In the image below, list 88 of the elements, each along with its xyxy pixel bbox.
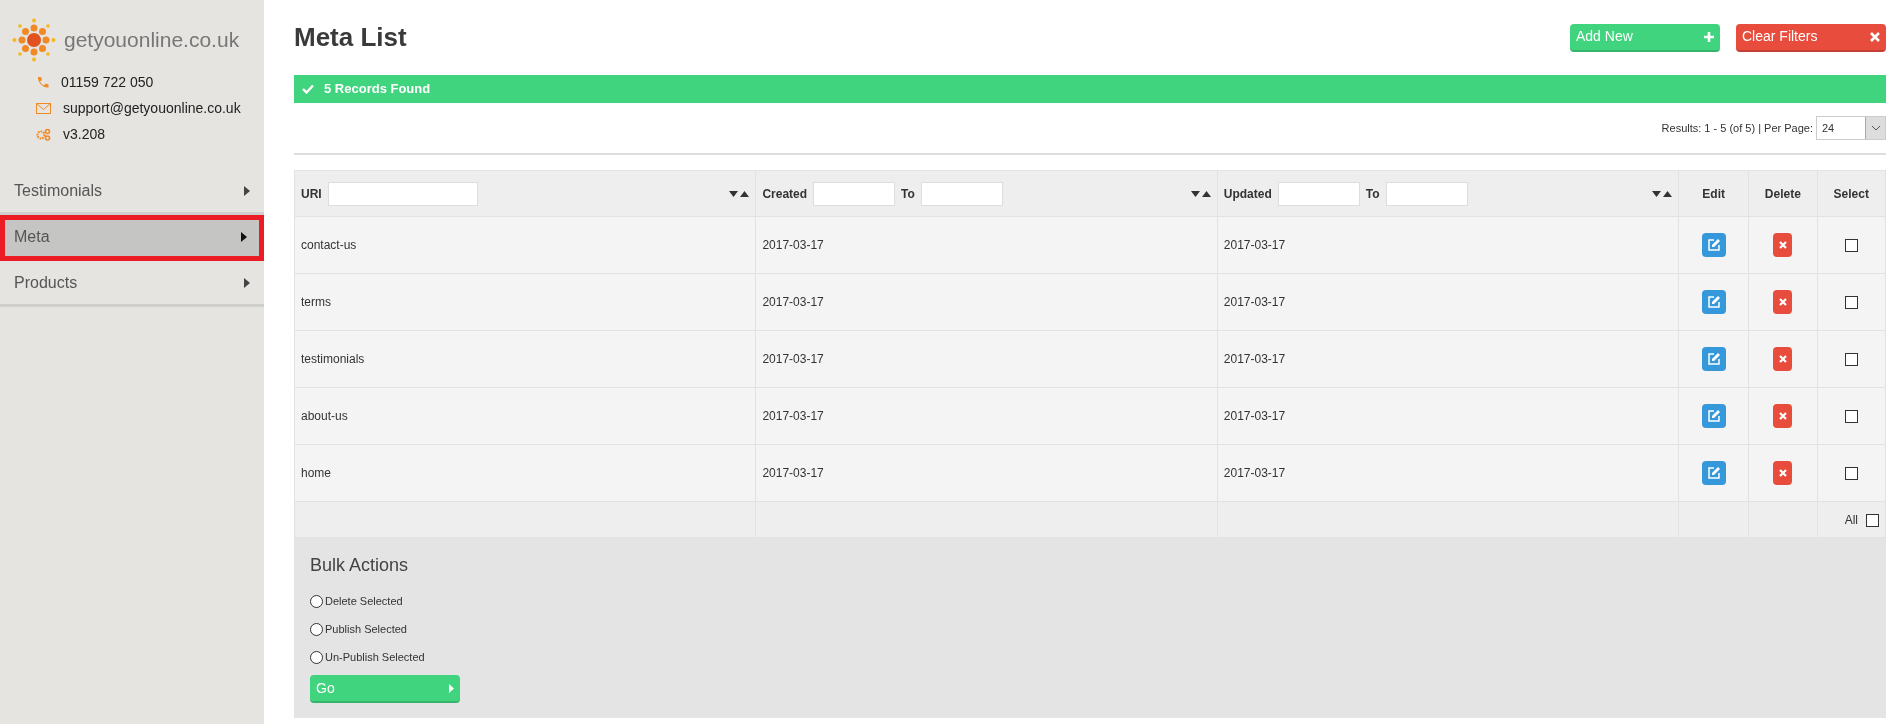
column-header: Edit <box>1702 186 1725 201</box>
table-cell: 2017-03-17 <box>1217 330 1679 388</box>
edit-button[interactable] <box>1701 404 1726 428</box>
close-icon <box>1778 469 1787 477</box>
column-header: Updated <box>1223 185 1272 203</box>
radio-label: Publish Selected <box>325 621 407 637</box>
filter-input[interactable] <box>920 181 1003 206</box>
close-icon <box>1778 241 1787 249</box>
column-header: Created <box>762 185 808 203</box>
radio-label: Un-Publish Selected <box>325 649 425 665</box>
caret-right-icon <box>244 277 250 288</box>
filter-input[interactable] <box>1385 181 1468 206</box>
sidebar-item[interactable]: Products <box>0 261 264 307</box>
table-cell: home <box>294 444 756 502</box>
close-icon <box>1778 412 1787 420</box>
caret-right-icon <box>449 683 454 693</box>
delete-button[interactable] <box>1773 290 1793 314</box>
sidebar-item[interactable]: Meta <box>0 215 264 261</box>
version-text: v3.208 <box>63 125 106 144</box>
row-checkbox[interactable] <box>1844 239 1858 253</box>
column-header: Delete <box>1764 186 1801 201</box>
results-text: Results: 1 - 5 (of 5) | Per Page: <box>1661 120 1813 136</box>
table-cell: 2017-03-17 <box>755 216 1218 274</box>
delete-button[interactable] <box>1773 233 1793 257</box>
row-checkbox[interactable] <box>1844 353 1858 367</box>
radio-button[interactable] <box>310 594 323 608</box>
clear-filters-button[interactable]: Clear Filters <box>1736 23 1886 52</box>
brand-name: getyouonline.co.uk <box>64 27 240 54</box>
close-icon <box>1870 31 1880 42</box>
to-label: To <box>1365 185 1380 203</box>
close-icon <box>1778 355 1787 363</box>
to-label: To <box>901 185 915 203</box>
table-cell: 2017-03-17 <box>755 444 1218 502</box>
edit-button[interactable] <box>1701 290 1726 314</box>
edit-button[interactable] <box>1701 347 1726 371</box>
radio-button[interactable] <box>310 650 323 664</box>
row-checkbox[interactable] <box>1844 410 1858 424</box>
table-cell: 2017-03-17 <box>755 387 1218 445</box>
edit-icon <box>1706 238 1721 252</box>
table-cell: about-us <box>294 387 756 445</box>
edit-icon <box>1706 466 1721 480</box>
delete-button[interactable] <box>1773 404 1793 428</box>
table-cell: 2017-03-17 <box>1217 273 1679 331</box>
table-cell: 2017-03-17 <box>1217 216 1679 274</box>
phone-icon <box>36 76 49 89</box>
caret-right-icon <box>241 231 247 242</box>
table-cell: 2017-03-17 <box>755 330 1218 388</box>
row-checkbox[interactable] <box>1844 296 1858 310</box>
page-title: Meta List <box>294 21 408 54</box>
edit-icon <box>1706 409 1721 423</box>
table-cell: contact-us <box>294 216 756 274</box>
column-header: URI <box>301 185 322 203</box>
edit-button[interactable] <box>1701 461 1726 485</box>
sun-logo-icon <box>12 18 56 62</box>
delete-button[interactable] <box>1773 461 1793 485</box>
radio-button[interactable] <box>310 622 323 636</box>
table-cell: 2017-03-17 <box>1217 387 1679 445</box>
check-icon <box>302 84 314 94</box>
table-cell: 2017-03-17 <box>1217 444 1679 502</box>
edit-icon <box>1706 295 1721 309</box>
email-address: support@getyouonline.co.uk <box>63 99 241 118</box>
row-checkbox[interactable] <box>1844 467 1858 481</box>
filter-input[interactable] <box>813 181 896 206</box>
alert-text: 5 Records Found <box>324 80 431 99</box>
delete-button[interactable] <box>1773 347 1793 371</box>
sort-icon[interactable] <box>1652 190 1673 197</box>
table-cell: 2017-03-17 <box>755 273 1218 331</box>
filter-input[interactable] <box>1277 181 1360 206</box>
gears-icon <box>36 128 51 141</box>
select-all-checkbox[interactable] <box>1866 513 1879 527</box>
close-icon <box>1778 298 1787 306</box>
chevron-down-icon <box>1870 125 1881 131</box>
caret-right-icon <box>244 185 250 196</box>
envelope-icon <box>36 103 51 114</box>
filter-input[interactable] <box>327 181 478 206</box>
phone-number: 01159 722 050 <box>61 73 154 92</box>
per-page-select[interactable]: 24 <box>1816 116 1886 140</box>
edit-button[interactable] <box>1701 233 1726 257</box>
column-header: Select <box>1833 186 1869 201</box>
sort-icon[interactable] <box>1190 190 1211 197</box>
radio-label: Delete Selected <box>325 593 403 609</box>
table-cell: testimonials <box>294 330 756 388</box>
all-label: All <box>1844 512 1858 527</box>
bulk-actions-title: Bulk Actions <box>310 554 410 577</box>
edit-icon <box>1706 352 1721 366</box>
table-cell: terms <box>294 273 756 331</box>
sort-icon[interactable] <box>729 190 750 197</box>
plus-icon <box>1704 31 1714 42</box>
